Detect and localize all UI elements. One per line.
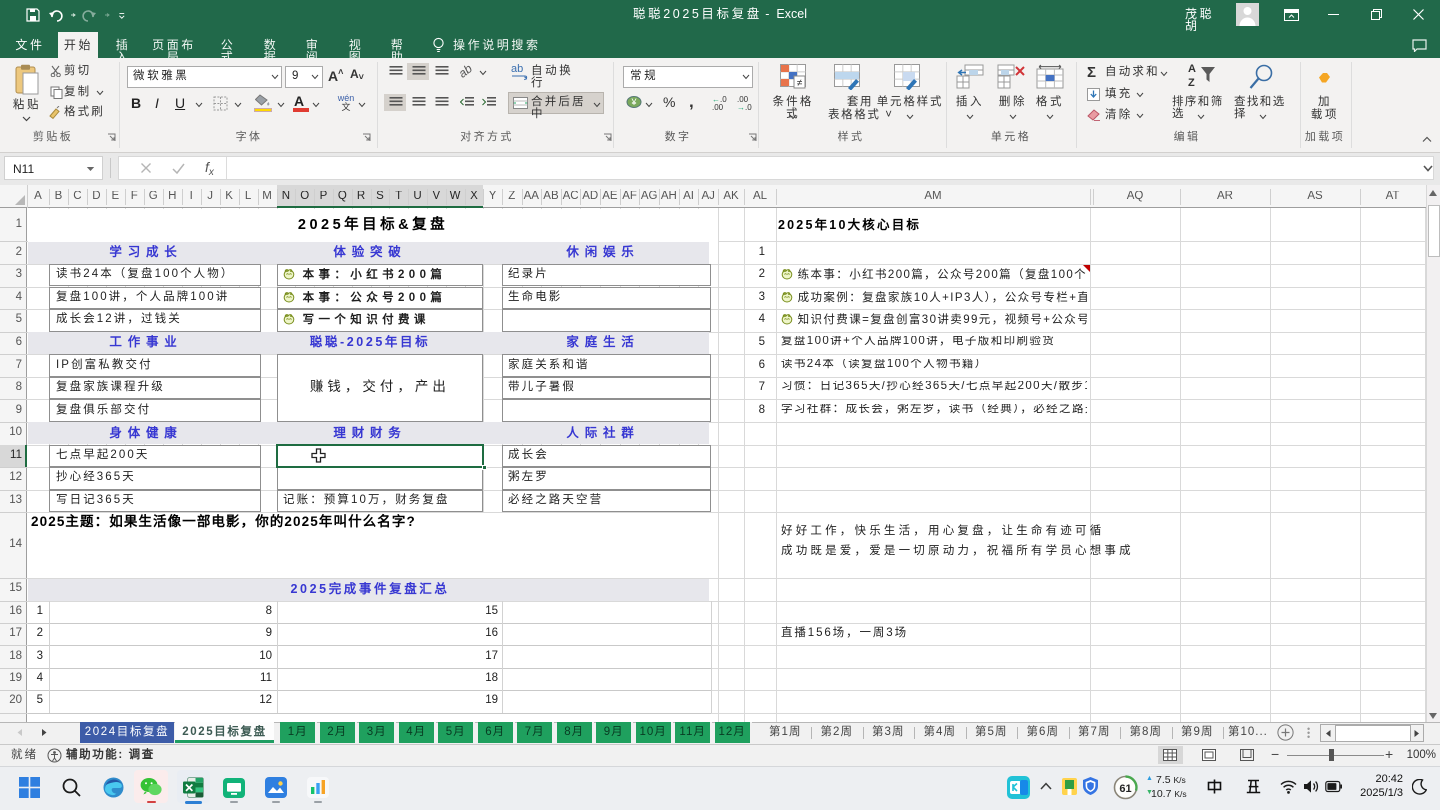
svg-text:61: 61 [1119,783,1131,795]
svg-text:¥: ¥ [630,97,637,107]
svg-text:≠: ≠ [797,78,803,89]
